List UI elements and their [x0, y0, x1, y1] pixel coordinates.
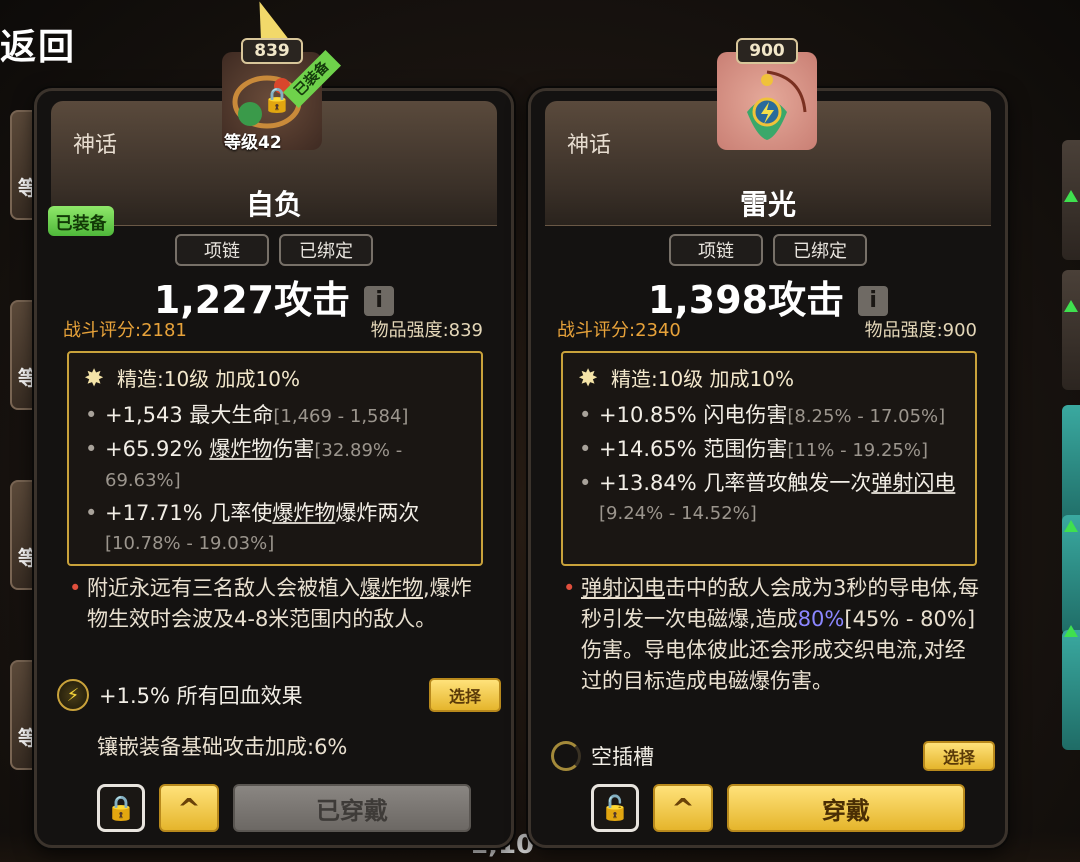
unlock-icon: 🔓 — [600, 794, 630, 822]
tag-bound: 已绑定 — [279, 234, 373, 266]
select-gem-button[interactable]: 选择 — [429, 678, 501, 712]
item-level-label: 等级42 — [224, 133, 282, 153]
affix-range: [11% - 19.25%] — [787, 440, 928, 461]
item-power: 物品强度:900 — [864, 320, 977, 341]
item-thumbnail-compare — [717, 52, 817, 150]
affix-value: +14.65% 范围伤害 — [599, 437, 788, 461]
affix-value: +1,543 最大生命 — [105, 403, 274, 427]
unique-text: 伤害。导电体彼此还会形成交织电流,对经过的目标造成电磁爆伤害。 — [581, 638, 966, 693]
gem-text: +1.5% 所有回血效果 — [99, 684, 303, 708]
refine-row: ✸ 精造:10级 加成10% — [575, 363, 794, 392]
item-card-current: 神话 自负 项链 已绑定 1,227攻击 i 战斗评分:2181 物品强度:839… — [34, 88, 514, 848]
unique-effect: 附近永远有三名敌人会被植入爆炸物,爆炸物生效时会波及4-8米范围内的敌人。 — [69, 573, 487, 635]
unlock-button[interactable]: 🔓 — [591, 784, 639, 832]
affix-item: +13.84% 几率普攻触发一次弹射闪电 [9.24% - 14.52%] — [577, 469, 965, 528]
refine-text: 精造:10级 加成10% — [117, 367, 300, 391]
bg-side-panel — [1062, 515, 1080, 635]
info-icon[interactable]: i — [364, 286, 395, 316]
empty-socket-label: 空插槽 — [591, 745, 654, 769]
sparkle-icon: ✸ — [83, 363, 105, 392]
combat-score: 战斗评分:2181 — [63, 320, 187, 341]
item-name: 雷光 — [739, 188, 796, 221]
affix-value: +13.84% 几率普攻触发一次 — [599, 471, 872, 495]
equipped-badge: 已装备 — [48, 206, 114, 236]
empty-socket-icon — [551, 741, 581, 771]
tag-slot: 项链 — [175, 234, 269, 266]
card-footer: 🔒 ^ 已穿戴 — [97, 784, 471, 834]
gem-row: ⚡ +1.5% 所有回血效果 — [57, 679, 491, 711]
unique-text: 附近永远有三名敌人会被植入 — [87, 576, 360, 600]
affix-item: +14.65% 范围伤害[11% - 19.25%] — [577, 435, 965, 465]
unique-range: [45% - 80%] — [844, 607, 976, 631]
tag-bound: 已绑定 — [773, 234, 867, 266]
affix-range: [9.24% - 14.52%] — [599, 503, 757, 524]
socket-row: 空插槽 — [551, 741, 985, 771]
affix-list: +10.85% 闪电伤害[8.25% - 17.05%] +14.65% 范围伤… — [577, 401, 965, 532]
tag-slot: 项链 — [669, 234, 763, 266]
keyword-link[interactable]: 爆炸物 — [272, 501, 335, 525]
rarity-label: 神话 — [73, 133, 118, 158]
info-icon[interactable]: i — [858, 286, 889, 316]
keyword-link[interactable]: 弹射闪电 — [581, 576, 665, 600]
equip-button[interactable]: 穿戴 — [727, 784, 965, 832]
affix-item: +17.71% 几率使爆炸物爆炸两次 [10.78% - 19.03%] — [83, 499, 471, 558]
affix-list: +1,543 最大生命[1,469 - 1,584] +65.92% 爆炸物伤害… — [83, 401, 471, 562]
affix-item: +10.85% 闪电伤害[8.25% - 17.05%] — [577, 401, 965, 431]
combat-score: 战斗评分:2340 — [557, 320, 681, 341]
select-gem-button[interactable]: 选择 — [923, 741, 995, 771]
affix-box: ✸ 精造:10级 加成10% +10.85% 闪电伤害[8.25% - 17.0… — [561, 351, 977, 566]
bg-side-panel — [1062, 405, 1080, 525]
upgrade-arrow-icon — [1064, 625, 1078, 637]
affix-box: ✸ 精造:10级 加成10% +1,543 最大生命[1,469 - 1,584… — [67, 351, 483, 566]
tag-row: 项链 已绑定 — [37, 234, 511, 266]
affix-item: +65.92% 爆炸物伤害[32.89% - 69.63%] — [83, 435, 471, 495]
bg-side-panel — [1062, 630, 1080, 750]
refine-text: 精造:10级 加成10% — [611, 367, 794, 391]
keyword-link[interactable]: 爆炸物 — [360, 576, 423, 600]
upgrade-button[interactable]: ^ — [159, 784, 219, 832]
item-power: 物品强度:839 — [370, 320, 483, 341]
stat-row: 战斗评分:2340 物品强度:900 — [557, 316, 977, 342]
bg-side-panel — [1062, 270, 1080, 390]
affix-value: +10.85% 闪电伤害 — [599, 403, 788, 427]
affix-value: +65.92% — [105, 437, 210, 461]
equipped-button: 已穿戴 — [233, 784, 471, 832]
socket-bonus: 镶嵌装备基础攻击加成:6% — [97, 735, 348, 759]
tag-row: 项链 已绑定 — [531, 234, 1005, 266]
affix-value: 伤害 — [272, 437, 315, 461]
affix-value: 爆炸两次 — [335, 501, 420, 525]
lock-icon: 🔒 — [262, 86, 292, 114]
item-level-badge: 839 — [241, 38, 303, 64]
item-card-compare: 神话 雷光 项链 已绑定 1,398攻击 i 战斗评分:2340 物品强度:900… — [528, 88, 1008, 848]
rarity-label: 神话 — [567, 133, 612, 158]
lock-icon: 🔒 — [106, 794, 136, 822]
affix-range: [1,469 - 1,584] — [273, 406, 409, 427]
affix-range: [10.78% - 19.03%] — [105, 533, 275, 554]
stat-row: 战斗评分:2181 物品强度:839 — [63, 316, 483, 342]
upgrade-arrow-icon — [1064, 190, 1078, 202]
unique-highlight: 80% — [797, 607, 845, 631]
upgrade-button[interactable]: ^ — [653, 784, 713, 832]
affix-value: +17.71% 几率使 — [105, 501, 273, 525]
affix-range: [8.25% - 17.05%] — [787, 406, 946, 427]
card-footer: 🔓 ^ 穿戴 — [591, 784, 965, 834]
keyword-link[interactable]: 爆炸物 — [209, 437, 272, 461]
lock-button[interactable]: 🔒 — [97, 784, 145, 832]
affix-item: +1,543 最大生命[1,469 - 1,584] — [83, 401, 471, 431]
lightning-amulet-icon — [747, 70, 807, 140]
unique-effect: 弹射闪电击中的敌人会成为3秒的导电体,每秒引发一次电磁爆,造成80%[45% -… — [563, 573, 981, 697]
refine-row: ✸ 精造:10级 加成10% — [81, 363, 300, 392]
back-button[interactable]: 返回 — [0, 18, 76, 70]
item-level-badge: 900 — [736, 38, 798, 64]
keyword-link[interactable]: 弹射闪电 — [871, 471, 955, 495]
upgrade-arrow-icon — [1064, 520, 1078, 532]
upgrade-arrow-icon — [1064, 300, 1078, 312]
lightning-gem-icon: ⚡ — [57, 679, 89, 711]
sparkle-icon: ✸ — [577, 363, 599, 392]
